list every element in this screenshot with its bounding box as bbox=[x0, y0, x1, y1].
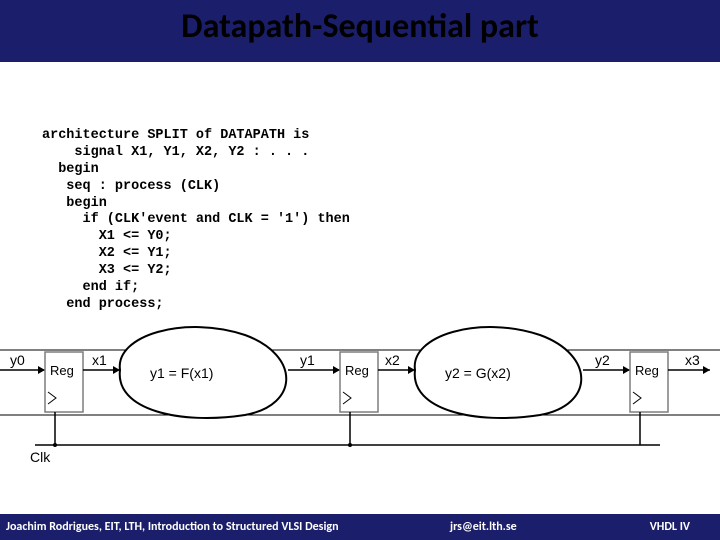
code-line: begin bbox=[42, 196, 107, 211]
label-x2: x2 bbox=[385, 352, 400, 368]
footer-left: Joachim Rodrigues, EIT, LTH, Introductio… bbox=[6, 520, 720, 534]
label-x3: x3 bbox=[685, 352, 700, 368]
footer-right: VHDL IV bbox=[650, 520, 690, 534]
footer: Joachim Rodrigues, EIT, LTH, Introductio… bbox=[0, 514, 720, 540]
datapath-diagram: y0 Reg x1 y1 = F(x1) y1 Reg x2 y2 = G(x2… bbox=[0, 320, 720, 470]
reg2-label: Reg bbox=[345, 363, 369, 378]
clk-label: Clk bbox=[30, 449, 51, 465]
label-y0: y0 bbox=[10, 352, 25, 368]
reg1-label: Reg bbox=[50, 363, 74, 378]
label-y2: y2 bbox=[595, 352, 610, 368]
code-line: begin bbox=[42, 162, 99, 177]
code-line: architecture SPLIT of DATAPATH is bbox=[42, 128, 309, 143]
code-line: seq : process (CLK) bbox=[42, 179, 220, 194]
code-line: X1 <= Y0; bbox=[42, 229, 172, 244]
page-title: Datapath-Sequential part bbox=[0, 6, 720, 47]
footer-middle: jrs@eit.lth.se bbox=[450, 520, 517, 534]
vhdl-code: architecture SPLIT of DATAPATH is signal… bbox=[42, 128, 350, 314]
code-line: if (CLK'event and CLK = '1') then bbox=[42, 212, 350, 227]
code-line: X3 <= Y2; bbox=[42, 263, 172, 278]
label-x1: x1 bbox=[92, 352, 107, 368]
code-line: signal X1, Y1, X2, Y2 : . . . bbox=[42, 145, 309, 160]
label-y1: y1 bbox=[300, 352, 315, 368]
reg3-label: Reg bbox=[635, 363, 659, 378]
title-bar: Datapath-Sequential part bbox=[0, 0, 720, 62]
code-line: X2 <= Y1; bbox=[42, 246, 172, 261]
g-label: y2 = G(x2) bbox=[445, 365, 511, 381]
f-label: y1 = F(x1) bbox=[150, 365, 213, 381]
code-line: end if; bbox=[42, 280, 139, 295]
code-line: end process; bbox=[42, 297, 164, 312]
